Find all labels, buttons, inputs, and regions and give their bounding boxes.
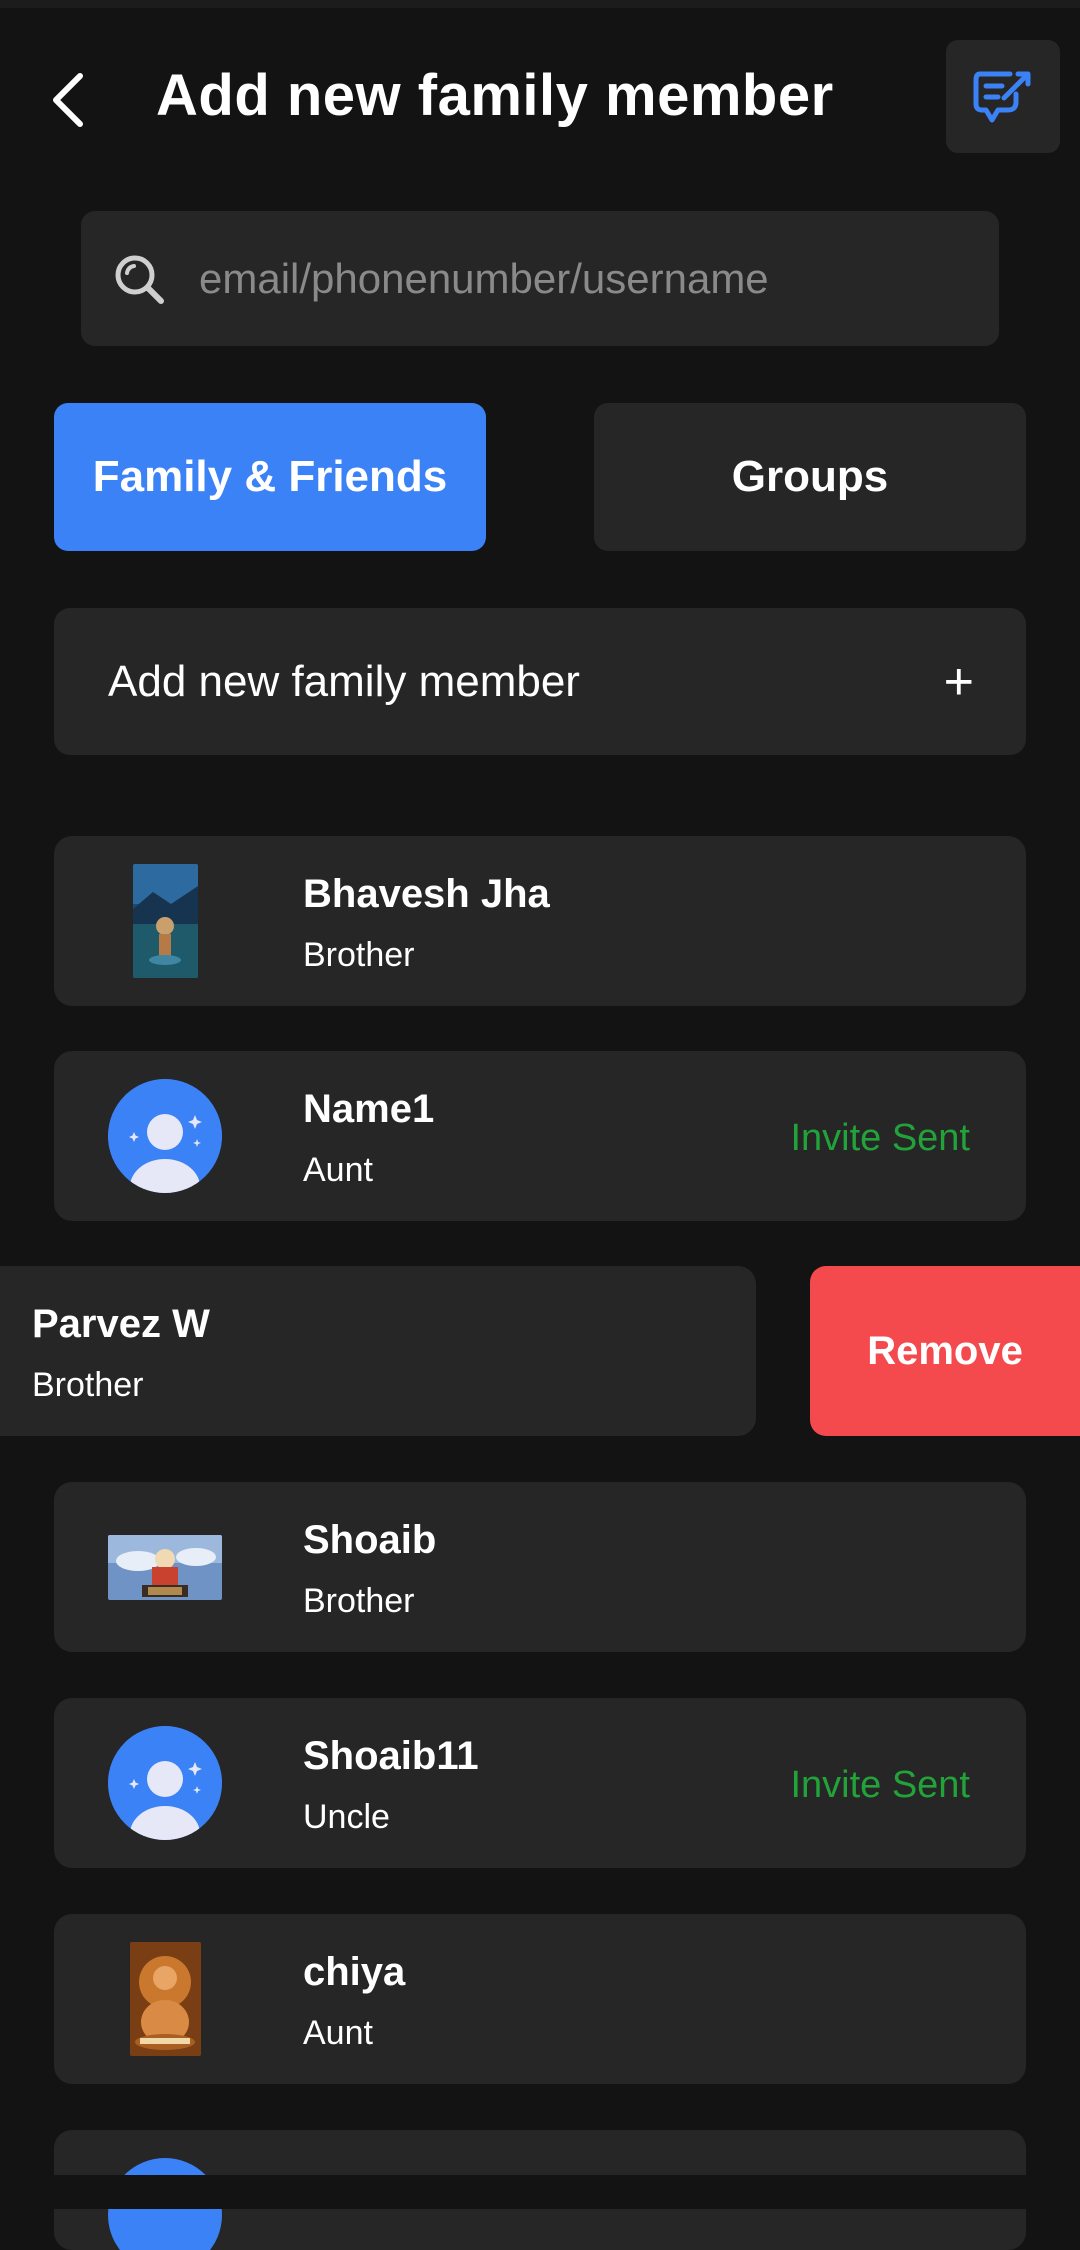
avatar xyxy=(108,1510,222,1624)
member-relation: Uncle xyxy=(303,1798,390,1836)
invite-status-badge: Invite Sent xyxy=(790,1117,970,1159)
avatar-photo xyxy=(129,1942,201,2056)
member-card[interactable]: Name1 Aunt Invite Sent xyxy=(54,1051,1026,1221)
member-card[interactable]: Bhavesh Jha Brother xyxy=(54,836,1026,1006)
chat-edit-button[interactable] xyxy=(946,40,1060,153)
tab-groups[interactable]: Groups xyxy=(594,403,1026,551)
invite-status-badge: Invite Sent xyxy=(790,1764,970,1806)
member-name: Parvez W xyxy=(32,1302,210,1346)
bottom-edge xyxy=(0,2175,1080,2209)
search-icon xyxy=(111,251,167,307)
search-bar[interactable] xyxy=(81,211,999,346)
member-relation: Brother xyxy=(32,1366,144,1404)
status-strip xyxy=(0,0,1080,8)
avatar-photo xyxy=(108,1534,222,1600)
member-name: Bhavesh Jha xyxy=(303,872,550,916)
member-card[interactable]: chiya Aunt xyxy=(54,1914,1026,2084)
member-card[interactable]: Shoaib Brother xyxy=(54,1482,1026,1652)
avatar xyxy=(108,1942,222,2056)
member-relation: Brother xyxy=(303,1582,415,1620)
member-relation: Aunt xyxy=(303,2014,373,2052)
member-relation: Brother xyxy=(303,936,415,974)
remove-button[interactable]: Remove xyxy=(810,1266,1080,1436)
chevron-left-icon xyxy=(53,73,83,127)
member-relation: Aunt xyxy=(303,1151,373,1189)
search-input[interactable] xyxy=(199,238,999,319)
default-person-icon xyxy=(108,1079,222,1193)
plus-icon: + xyxy=(943,652,974,711)
member-card[interactable]: Shoaib11 Uncle Invite Sent xyxy=(54,1698,1026,1868)
member-name: chiya xyxy=(303,1950,406,1994)
avatar xyxy=(108,864,222,978)
avatar xyxy=(108,1079,222,1193)
avatar xyxy=(108,1726,222,1840)
add-family-member-button[interactable]: Add new family member + xyxy=(54,608,1026,755)
avatar-photo xyxy=(132,864,198,978)
member-card-swiped[interactable]: Parvez W Brother xyxy=(0,1266,756,1436)
chat-edit-icon xyxy=(973,71,1031,122)
add-family-member-label: Add new family member xyxy=(108,656,580,706)
member-name: Shoaib xyxy=(303,1518,437,1562)
default-person-icon xyxy=(108,1726,222,1840)
page-title: Add new family member xyxy=(156,63,834,128)
back-button[interactable] xyxy=(38,60,98,140)
tab-family-friends[interactable]: Family & Friends xyxy=(54,403,486,551)
member-name: Name1 xyxy=(303,1087,435,1131)
member-name: Shoaib11 xyxy=(303,1734,479,1778)
